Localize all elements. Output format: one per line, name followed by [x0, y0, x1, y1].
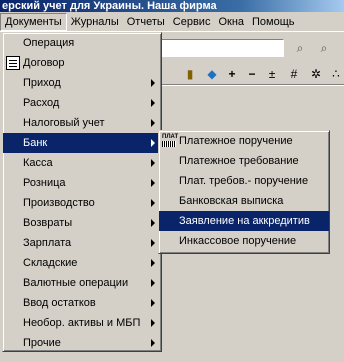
- submenu-item-letter-of-credit[interactable]: Заявление на аккредитив: [159, 211, 329, 231]
- submenu-arrow-icon: [151, 159, 155, 167]
- toolbar-separator: [160, 84, 344, 86]
- submenu-arrow-icon: [151, 339, 155, 347]
- submenu-item-collection-order[interactable]: Инкассовое поручение: [159, 231, 329, 251]
- menu-item-returns[interactable]: Возвраты: [3, 213, 161, 233]
- document-icon: [6, 56, 20, 70]
- menu-item-income[interactable]: Приход: [3, 73, 161, 93]
- menu-windows[interactable]: Окна: [214, 13, 248, 31]
- submenu-item-payment-request[interactable]: Платежное требование: [159, 151, 329, 171]
- menu-documents[interactable]: Документы: [0, 12, 67, 31]
- submenu-arrow-icon: [151, 239, 155, 247]
- submenu-item-request-order[interactable]: Плат. требов.- поручение: [159, 171, 329, 191]
- grid-icon[interactable]: #: [286, 66, 302, 82]
- menu-item-retail[interactable]: Розница: [3, 173, 161, 193]
- menu-item-currency[interactable]: Валютные операции: [3, 273, 161, 293]
- window-title: ерский учет для Украины. Наша фирма: [2, 0, 217, 12]
- menu-reports[interactable]: Отчеты: [123, 13, 169, 31]
- menu-item-other[interactable]: Прочие: [3, 333, 161, 353]
- menu-item-salary[interactable]: Зарплата: [3, 233, 161, 253]
- menu-item-operation[interactable]: Операция: [3, 33, 161, 53]
- toolbar-combo-box[interactable]: [160, 39, 284, 57]
- submenu-arrow-icon: [151, 79, 155, 87]
- search-next-icon[interactable]: ⌕: [316, 40, 332, 56]
- copy-icon[interactable]: ◆: [204, 66, 220, 82]
- submenu-arrow-icon: [151, 179, 155, 187]
- menu-item-tax[interactable]: Налоговый учет: [3, 113, 161, 133]
- menu-item-fixed-assets[interactable]: Необор. активы и МБП: [3, 313, 161, 333]
- submenu-arrow-icon: [151, 259, 155, 267]
- submenu-arrow-icon: [151, 299, 155, 307]
- more-icon[interactable]: ∴: [328, 66, 344, 82]
- toolbar-area: ⌕ ⌕ ▮ ◆ + − ± # ✲ ∴: [160, 32, 344, 122]
- menu-item-expense[interactable]: Расход: [3, 93, 161, 113]
- payment-order-icon: ПЛАТ: [162, 134, 178, 148]
- add-icon[interactable]: +: [224, 66, 240, 82]
- menu-item-opening-balances[interactable]: Ввод остатков: [3, 293, 161, 313]
- folder-icon[interactable]: ▮: [182, 66, 198, 82]
- remove-icon[interactable]: −: [244, 66, 260, 82]
- submenu-arrow-icon: [151, 99, 155, 107]
- submenu-arrow-icon: [151, 119, 155, 127]
- submenu-arrow-icon: [151, 199, 155, 207]
- menu-item-contract[interactable]: Договор: [3, 53, 161, 73]
- sort-icon[interactable]: ±: [264, 66, 280, 82]
- submenu-arrow-icon: [151, 139, 155, 147]
- menu-service[interactable]: Сервис: [169, 13, 215, 31]
- submenu-arrow-icon: [151, 219, 155, 227]
- submenu-item-payment-order[interactable]: ПЛАТ Платежное поручение: [159, 131, 329, 151]
- window-title-bar: ерский учет для Украины. Наша фирма: [0, 0, 344, 12]
- menu-journals[interactable]: Журналы: [67, 13, 123, 31]
- menu-item-bank[interactable]: Банк: [3, 133, 161, 153]
- menu-bar: Документы Журналы Отчеты Сервис Окна Пом…: [0, 12, 344, 32]
- menu-item-production[interactable]: Производство: [3, 193, 161, 213]
- menu-item-cash[interactable]: Касса: [3, 153, 161, 173]
- submenu-arrow-icon: [151, 279, 155, 287]
- menu-item-warehouse[interactable]: Складские: [3, 253, 161, 273]
- submenu-item-bank-statement[interactable]: Банковская выписка: [159, 191, 329, 211]
- menu-help[interactable]: Помощь: [248, 13, 299, 31]
- tools-icon[interactable]: ✲: [308, 66, 324, 82]
- bank-submenu: ПЛАТ Платежное поручение Платежное требо…: [158, 130, 330, 254]
- documents-menu: Операция Договор Приход Расход Налоговый…: [2, 32, 162, 352]
- submenu-arrow-icon: [151, 319, 155, 327]
- search-icon[interactable]: ⌕: [292, 40, 308, 56]
